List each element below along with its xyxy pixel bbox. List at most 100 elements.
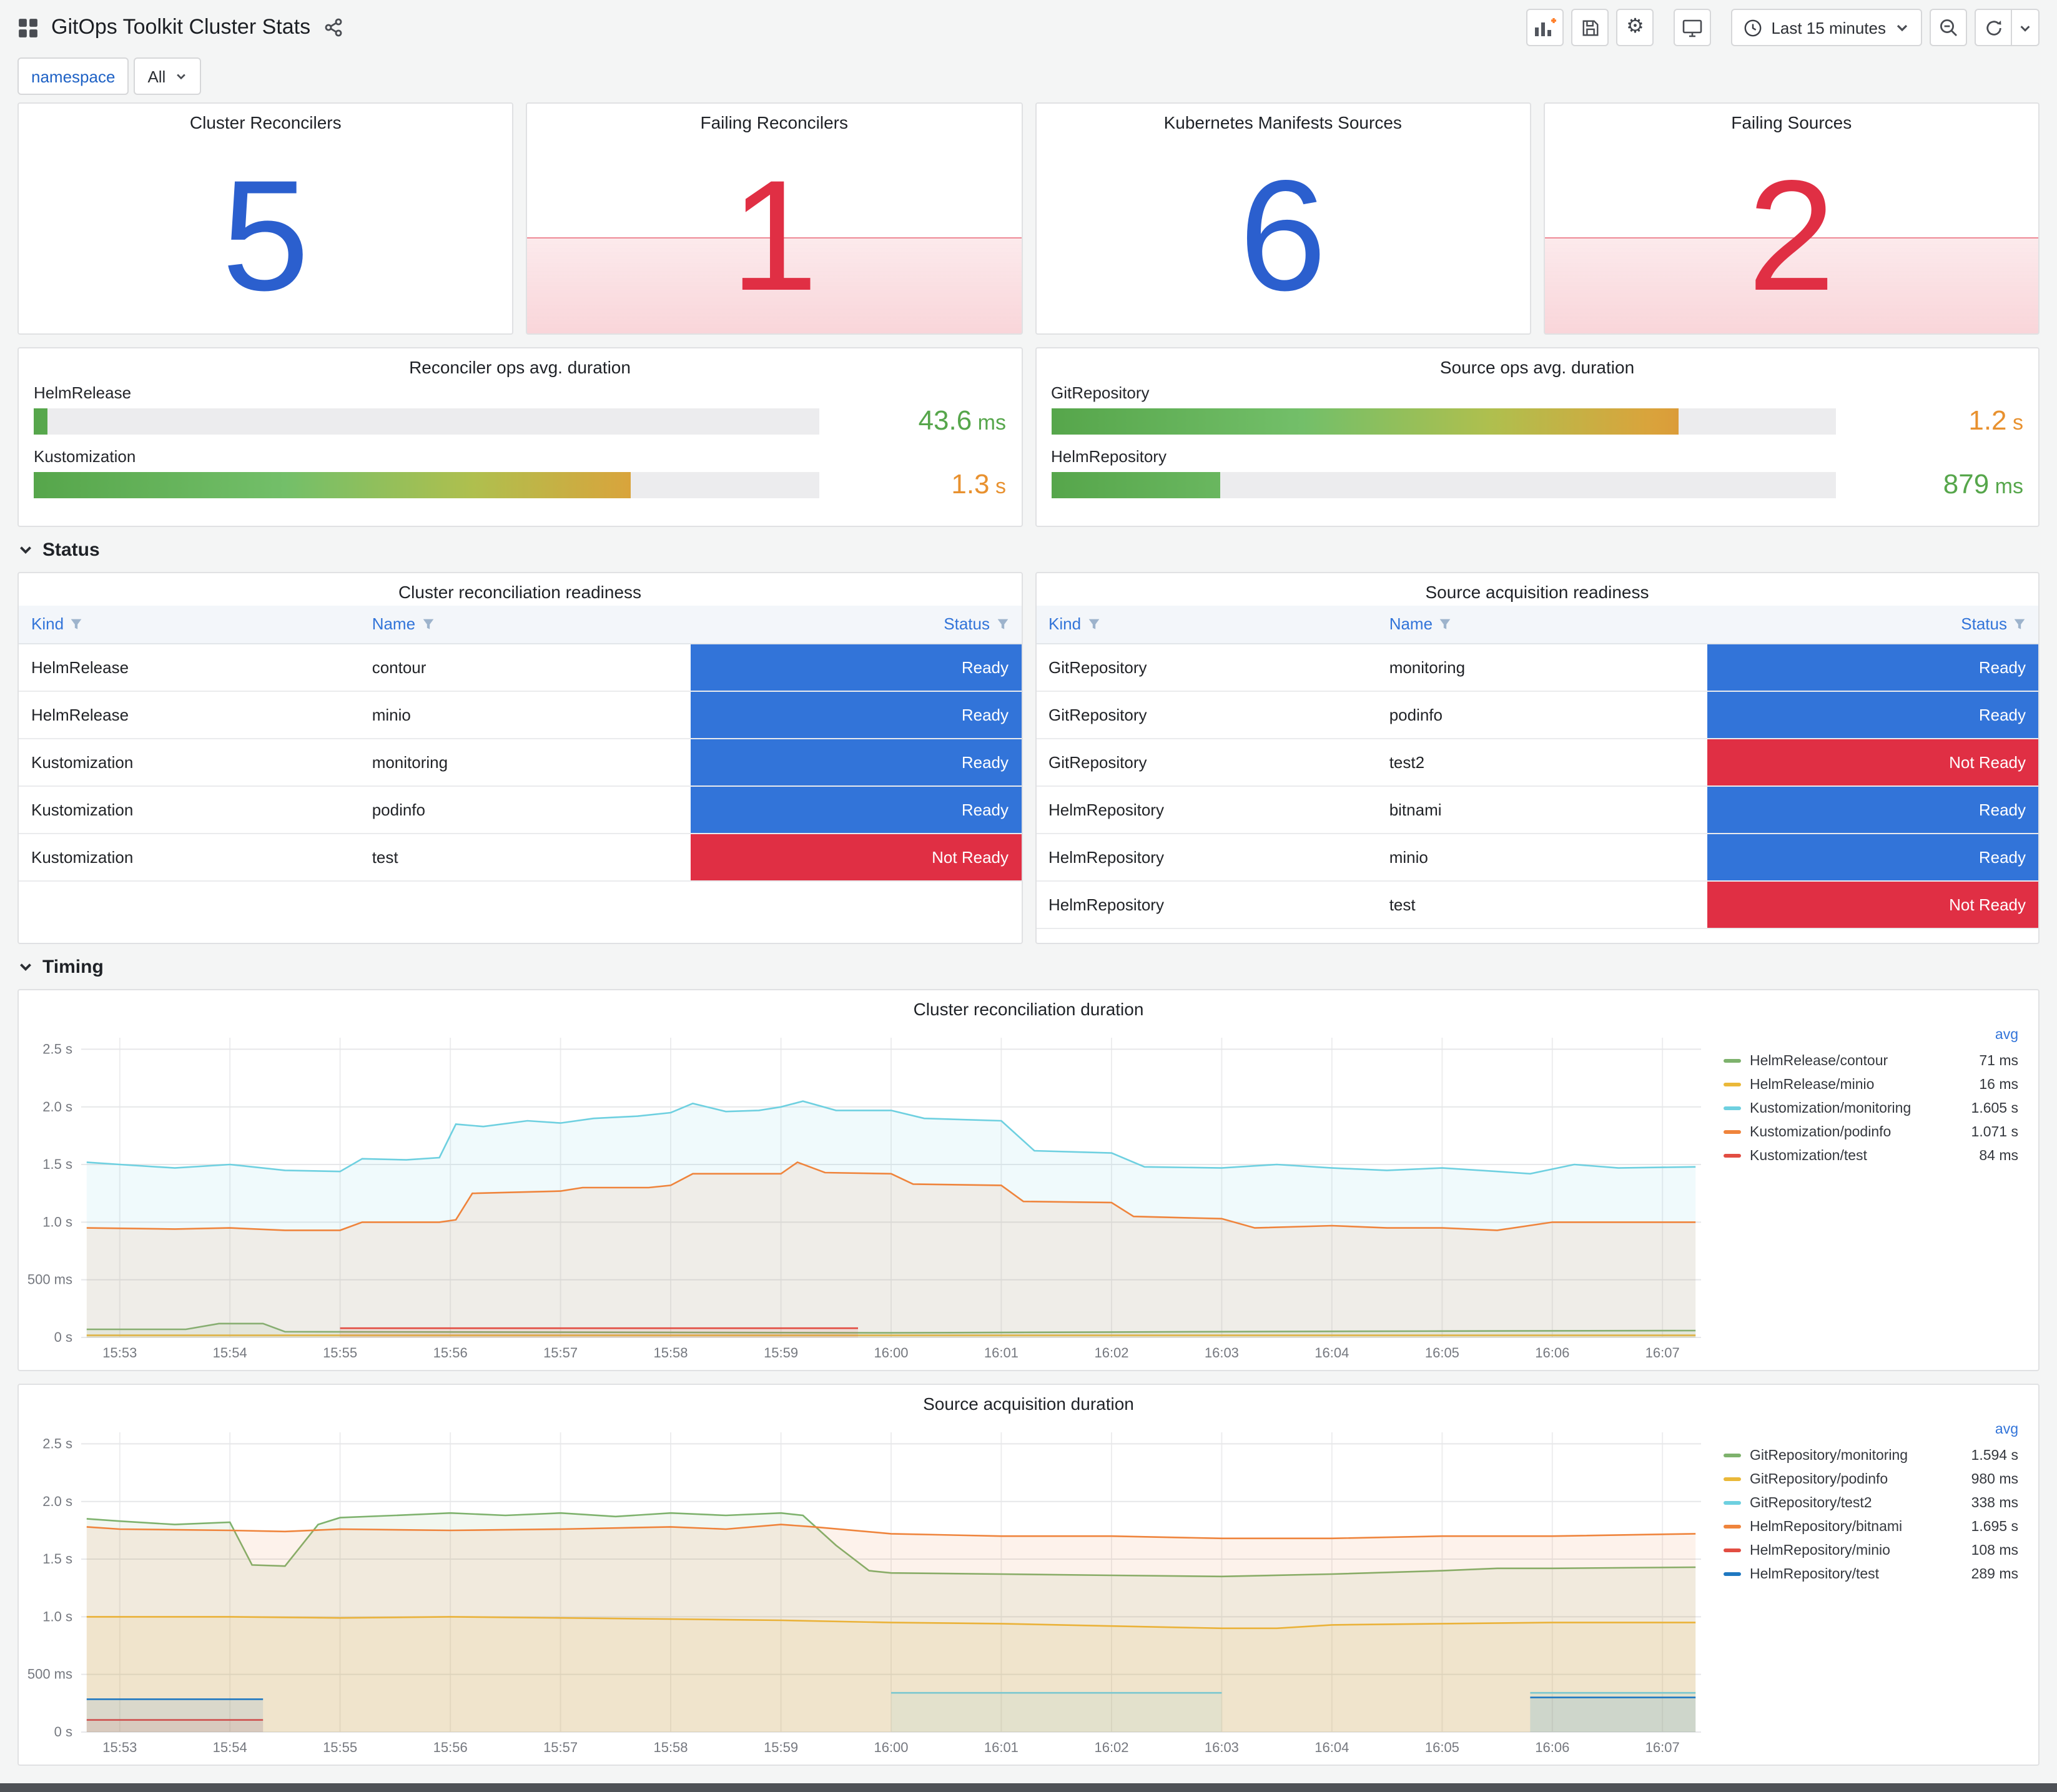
svg-text:16:02: 16:02 (1094, 1345, 1128, 1361)
legend-item[interactable]: HelmRepository/bitnami 1.695 s (1724, 1515, 2018, 1538)
refresh-button[interactable] (1975, 9, 2012, 46)
panel-title[interactable]: Source ops avg. duration (1036, 348, 2038, 381)
gauge-label: HelmRepository (1051, 447, 1167, 466)
status-badge: Ready (690, 739, 1021, 785)
section-row-timing[interactable]: Timing (17, 944, 2040, 989)
status-badge: Ready (1707, 691, 2038, 737)
column-header-name[interactable]: Name (359, 606, 691, 644)
legend-item[interactable]: GitRepository/test2 338 ms (1724, 1491, 2018, 1515)
cycle-view-mode-button[interactable] (1674, 9, 1712, 46)
column-header-kind[interactable]: Kind (19, 606, 360, 644)
legend-series-name: Kustomization/podinfo (1750, 1125, 1892, 1140)
legend-item[interactable]: HelmRepository/test 289 ms (1724, 1562, 2018, 1586)
legend-item[interactable]: HelmRelease/contour 71 ms (1724, 1049, 2018, 1073)
status-badge: Not Ready (1707, 739, 2038, 785)
cell-name: monitoring (1376, 643, 1708, 691)
svg-text:15:54: 15:54 (213, 1740, 247, 1755)
column-header-name[interactable]: Name (1376, 606, 1708, 644)
filter-icon[interactable] (70, 618, 82, 631)
cell-status: Ready (690, 643, 1021, 691)
dashboard-title[interactable]: GitOps Toolkit Cluster Stats (51, 15, 310, 40)
cell-status: Ready (1707, 643, 2038, 691)
legend-item[interactable]: GitRepository/monitoring 1.594 s (1724, 1444, 2018, 1467)
legend-avg-header[interactable]: avg (1724, 1422, 2018, 1444)
panel-title[interactable]: Failing Sources (1545, 104, 2038, 136)
panel-title[interactable]: Source acquisition duration (19, 1385, 2038, 1417)
column-header-status[interactable]: Status (690, 606, 1021, 644)
svg-text:15:55: 15:55 (323, 1740, 357, 1755)
svg-text:15:53: 15:53 (102, 1740, 137, 1755)
bottom-scrollbar[interactable] (0, 1783, 2057, 1792)
top-toolbar: GitOps Toolkit Cluster Stats ⚙ Last 15 m… (0, 0, 2057, 55)
gauge-fill (1051, 472, 1220, 498)
filter-icon[interactable] (1439, 618, 1451, 631)
panel-title[interactable]: Reconciler ops avg. duration (19, 348, 1021, 381)
panel-title[interactable]: Failing Reconcilers (528, 104, 1021, 136)
svg-text:16:06: 16:06 (1535, 1345, 1569, 1361)
panel-title[interactable]: Cluster reconciliation duration (19, 990, 2038, 1023)
save-dashboard-button[interactable] (1571, 9, 1609, 46)
legend-item[interactable]: Kustomization/podinfo 1.071 s (1724, 1120, 2018, 1144)
legend-item[interactable]: HelmRepository/minio 108 ms (1724, 1538, 2018, 1562)
cell-status: Not Ready (690, 833, 1021, 881)
section-title: Timing (42, 956, 104, 977)
panel-title[interactable]: Kubernetes Manifests Sources (1036, 104, 1529, 136)
svg-text:15:56: 15:56 (433, 1740, 468, 1755)
column-header-status[interactable]: Status (1707, 606, 2038, 644)
svg-text:16:03: 16:03 (1205, 1740, 1239, 1755)
series-color-dash (1724, 1059, 1741, 1063)
svg-text:16:05: 16:05 (1425, 1740, 1459, 1755)
share-icon[interactable] (323, 17, 343, 37)
cell-status: Ready (1707, 833, 2038, 881)
filter-icon[interactable] (1087, 618, 1100, 631)
filter-icon[interactable] (422, 618, 434, 631)
variables-bar: namespace All (0, 55, 2057, 102)
add-panel-button[interactable] (1526, 9, 1564, 46)
time-range-picker[interactable]: Last 15 minutes (1731, 9, 1922, 46)
svg-text:15:57: 15:57 (543, 1740, 578, 1755)
filter-icon[interactable] (996, 618, 1009, 631)
gauge-label: HelmRelease (34, 383, 132, 402)
refresh-interval-dropdown[interactable] (2012, 9, 2040, 46)
table-row: GitRepository monitoring Ready (1036, 643, 2038, 691)
timeseries-plot-area[interactable]: 15:53 15:54 15:55 15:56 15:57 15:58 15:59 16:00… (24, 1420, 1709, 1760)
dashboard-settings-button[interactable]: ⚙ (1616, 9, 1654, 46)
section-row-status[interactable]: Status (17, 527, 2040, 572)
svg-text:16:04: 16:04 (1315, 1740, 1349, 1755)
cell-kind: GitRepository (1036, 738, 1377, 786)
stat-panel-kubernetes-manifests-sources: Kubernetes Manifests Sources 6 (1035, 102, 1531, 335)
apps-grid-icon[interactable] (17, 17, 39, 38)
svg-text:2.5 s: 2.5 s (42, 1435, 72, 1451)
svg-text:16:06: 16:06 (1535, 1740, 1569, 1755)
variable-value-dropdown[interactable]: All (134, 57, 201, 95)
timeseries-plot[interactable]: 15:53 15:54 15:55 15:56 15:57 15:58 15:59 16:00… (24, 1420, 1709, 1760)
gauge-panel-source-ops: Source ops avg. duration GitRepository 1… (1035, 347, 2040, 527)
legend-item[interactable]: Kustomization/test 84 ms (1724, 1144, 2018, 1168)
section-title: Status (42, 539, 100, 560)
legend-avg-value: 1.071 s (1971, 1125, 2018, 1140)
cell-status: Ready (690, 785, 1021, 834)
legend-item[interactable]: GitRepository/podinfo 980 ms (1724, 1467, 2018, 1491)
timeseries-plot-area[interactable]: 15:53 15:54 15:55 15:56 15:57 15:58 15:59 16:00… (24, 1025, 1709, 1365)
timeseries-plot[interactable]: 15:53 15:54 15:55 15:56 15:57 15:58 15:59 16:00… (24, 1025, 1709, 1365)
variable-selected-value: All (147, 67, 166, 86)
svg-text:16:01: 16:01 (984, 1740, 1019, 1755)
legend-series-name: GitRepository/monitoring (1750, 1448, 1908, 1463)
panel-title[interactable]: Cluster Reconcilers (19, 104, 512, 136)
series-color-dash (1724, 1154, 1741, 1158)
legend-avg-header[interactable]: avg (1724, 1028, 2018, 1049)
legend-avg-value: 108 ms (1971, 1543, 2018, 1558)
cell-name: test (359, 833, 691, 881)
panel-title[interactable]: Source acquisition readiness (1036, 573, 2038, 606)
stat-panel-failing-sources: Failing Sources 2 (1543, 102, 2040, 335)
legend-item[interactable]: Kustomization/monitoring 1.605 s (1724, 1096, 2018, 1120)
panel-title[interactable]: Cluster reconciliation readiness (19, 573, 1021, 606)
chevron-down-icon (20, 546, 31, 554)
legend-series-name: HelmRepository/test (1750, 1567, 1880, 1582)
filter-icon[interactable] (2013, 618, 2026, 631)
legend-item[interactable]: HelmRelease/minio 16 ms (1724, 1073, 2018, 1096)
column-header-kind[interactable]: Kind (1036, 606, 1377, 644)
series-color-dash (1724, 1477, 1741, 1481)
zoom-out-button[interactable] (1930, 9, 1967, 46)
series-color-dash (1724, 1454, 1741, 1457)
